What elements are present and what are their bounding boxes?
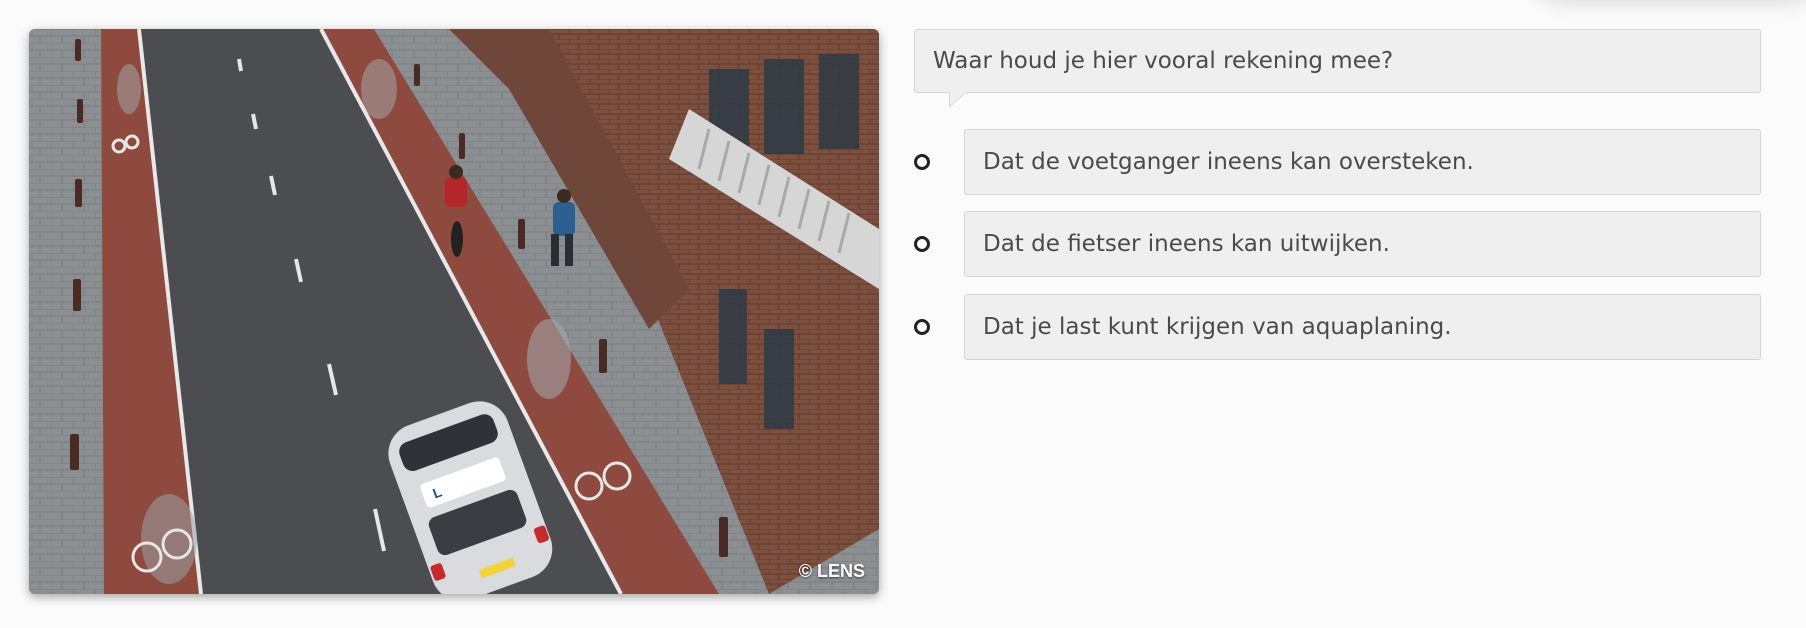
question-bubble-tail-fill: [950, 92, 966, 106]
image-copyright-watermark: © LENS: [798, 561, 865, 581]
answer-option-2[interactable]: Dat de fietser ineens kan uitwijken.: [912, 211, 1761, 277]
radio-circle-icon[interactable]: [914, 154, 930, 170]
radio-circle-icon[interactable]: [914, 319, 930, 335]
answer-option-1-box[interactable]: Dat de voetganger ineens kan oversteken.: [964, 129, 1761, 195]
answer-option-2-box[interactable]: Dat de fietser ineens kan uitwijken.: [964, 211, 1761, 277]
question-bubble: Waar houd je hier vooral rekening mee?: [914, 29, 1761, 108]
answer-option-3[interactable]: Dat je last kunt krijgen van aquaplaning…: [912, 294, 1761, 360]
radio-circle-icon[interactable]: [914, 236, 930, 252]
question-text: Waar houd je hier vooral rekening mee?: [933, 48, 1394, 74]
answer-option-3-box[interactable]: Dat je last kunt krijgen van aquaplaning…: [964, 294, 1761, 360]
answer-option-2-text: Dat de fietser ineens kan uitwijken.: [983, 231, 1390, 257]
answer-option-3-text: Dat je last kunt krijgen van aquaplaning…: [983, 314, 1452, 340]
answer-option-1-text: Dat de voetganger ineens kan oversteken.: [983, 149, 1474, 175]
traffic-scene-image: L © LENS: [29, 29, 879, 594]
answer-option-1[interactable]: Dat de voetganger ineens kan oversteken.: [912, 129, 1761, 195]
